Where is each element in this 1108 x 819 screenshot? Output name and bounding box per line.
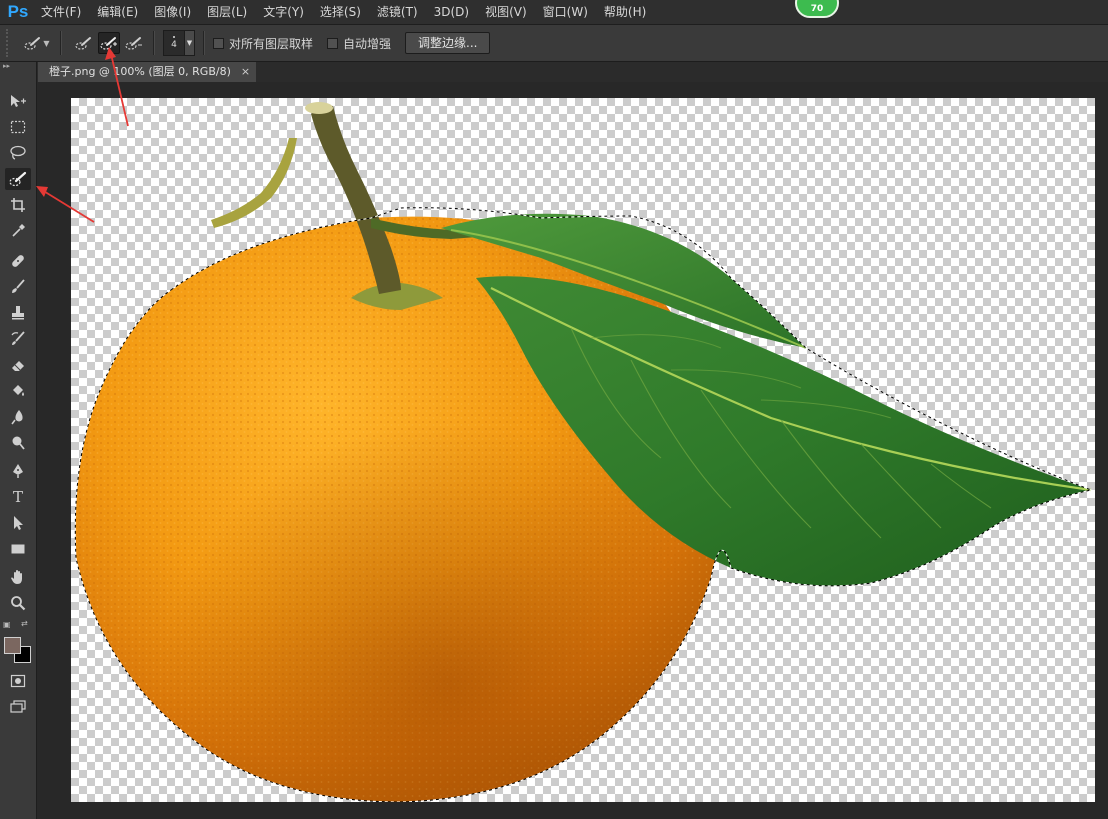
photoshop-logo: Ps: [7, 2, 29, 21]
menu-image[interactable]: 图像(I): [146, 0, 199, 24]
tools-panel: ▸▸ T ▣ ⇄: [0, 62, 37, 819]
hand-icon: [11, 570, 22, 584]
healing-brush-icon: [12, 255, 24, 267]
document-tab[interactable]: 橙子.png @ 100% (图层 0, RGB/8) ×: [38, 62, 257, 82]
divider: [153, 31, 155, 55]
swap-colors-icon[interactable]: ⇄: [21, 619, 28, 628]
type-tool[interactable]: T: [5, 486, 31, 508]
quick-selection-icon: [24, 37, 41, 50]
sample-all-layers-label: 对所有图层取样: [229, 36, 314, 51]
menu-layer[interactable]: 图层(L): [199, 0, 255, 24]
type-icon: T: [12, 488, 23, 506]
menu-file[interactable]: 文件(F): [33, 0, 89, 24]
auto-enhance-option[interactable]: 自动增强: [327, 35, 391, 52]
options-bar: ▼ 4 ▼ 对所有图层取样 自动增强 调整边缘...: [0, 25, 1108, 62]
auto-enhance-checkbox[interactable]: [327, 37, 339, 49]
hand-tool[interactable]: [5, 566, 31, 588]
new-selection-button[interactable]: [73, 32, 95, 54]
document-canvas[interactable]: [71, 98, 1095, 802]
sample-all-layers-option[interactable]: 对所有图层取样: [213, 35, 313, 52]
clone-stamp-tool[interactable]: [5, 302, 31, 324]
auto-enhance-label: 自动增强: [343, 36, 392, 51]
close-icon[interactable]: ×: [241, 62, 250, 82]
dodge-icon: [12, 436, 25, 450]
crop-icon: [11, 198, 25, 212]
refine-edge-button[interactable]: 调整边缘...: [405, 32, 491, 54]
orange-image: [74, 102, 1093, 802]
menu-bar: Ps 文件(F) 编辑(E) 图像(I) 图层(L) 文字(Y) 选择(S) 滤…: [0, 0, 1108, 25]
menu-help[interactable]: 帮助(H): [596, 0, 654, 24]
blur-icon: [11, 410, 23, 425]
chevron-down-icon: ▼: [186, 39, 193, 47]
menu-select[interactable]: 选择(S): [312, 0, 369, 24]
eraser-icon: [12, 361, 24, 371]
sample-all-layers-checkbox[interactable]: [213, 37, 224, 49]
history-brush-icon: [11, 331, 25, 345]
zoom-tool[interactable]: [5, 592, 31, 614]
zoom-icon: [11, 596, 26, 611]
pen-icon: [13, 464, 23, 478]
pen-tool[interactable]: [5, 460, 31, 482]
menu-type[interactable]: 文字(Y): [255, 0, 312, 24]
quick-selection-tool[interactable]: [5, 168, 31, 190]
paint-bucket-tool[interactable]: [5, 380, 31, 402]
document-tab-title: 橙子.png @ 100% (图层 0, RGB/8): [49, 65, 231, 78]
dodge-tool[interactable]: [5, 432, 31, 454]
crop-tool[interactable]: [5, 194, 31, 216]
brush-picker-dropdown[interactable]: ▼: [185, 30, 195, 56]
tool-preset-picker[interactable]: ▼: [22, 32, 52, 54]
lasso-icon: [10, 145, 26, 160]
lasso-tool[interactable]: [5, 142, 31, 164]
menu-3d[interactable]: 3D(D): [426, 0, 477, 24]
quick-selection-add-icon: [100, 37, 117, 50]
quick-mask-icon: [10, 674, 26, 688]
brush-tool[interactable]: [5, 276, 31, 298]
paint-bucket-icon: [13, 385, 24, 396]
menu-window[interactable]: 窗口(W): [535, 0, 596, 24]
brush-tip-icon: [173, 36, 175, 38]
move-tool[interactable]: [5, 90, 31, 112]
brush-size-picker[interactable]: 4: [163, 30, 185, 56]
clone-stamp-icon: [12, 306, 24, 320]
history-brush-tool[interactable]: [5, 328, 31, 350]
rectangle-icon: [11, 544, 25, 554]
document-tab-bar: 橙子.png @ 100% (图层 0, RGB/8) ×: [37, 62, 1108, 82]
screen-mode-button[interactable]: [5, 696, 31, 718]
menu-edit[interactable]: 编辑(E): [89, 0, 146, 24]
eyedropper-tool[interactable]: [5, 220, 31, 242]
menu-view[interactable]: 视图(V): [477, 0, 535, 24]
marquee-tool[interactable]: [5, 116, 31, 138]
eraser-tool[interactable]: [5, 354, 31, 376]
path-selection-icon: [14, 516, 23, 530]
eyedropper-icon: [12, 224, 25, 237]
chevron-down-icon: ▼: [43, 38, 50, 48]
foreground-color-swatch[interactable]: [4, 637, 21, 654]
quick-mask-button[interactable]: [5, 670, 31, 692]
move-icon: [11, 95, 26, 107]
divider: [203, 31, 205, 55]
add-to-selection-button[interactable]: [98, 32, 120, 54]
path-selection-tool[interactable]: [5, 512, 31, 534]
screen-mode-icon: [10, 700, 26, 713]
menu-filter[interactable]: 滤镜(T): [369, 0, 426, 24]
rectangle-tool[interactable]: [5, 538, 31, 560]
brush-size-value: 4: [171, 40, 177, 50]
status-badge: 70: [795, 0, 839, 18]
marquee-icon: [10, 120, 26, 134]
options-grip[interactable]: [6, 29, 14, 57]
quick-selection-icon: [9, 171, 27, 187]
healing-brush-tool[interactable]: [5, 250, 31, 272]
default-colors-icon[interactable]: ▣: [3, 620, 11, 629]
blur-tool[interactable]: [5, 406, 31, 428]
panel-collapse-icon[interactable]: ▸▸: [0, 62, 36, 72]
quick-selection-subtract-icon: [125, 37, 142, 50]
divider: [60, 31, 62, 55]
subtract-from-selection-button[interactable]: [123, 32, 145, 54]
brush-icon: [12, 279, 25, 293]
quick-selection-new-icon: [75, 37, 91, 50]
